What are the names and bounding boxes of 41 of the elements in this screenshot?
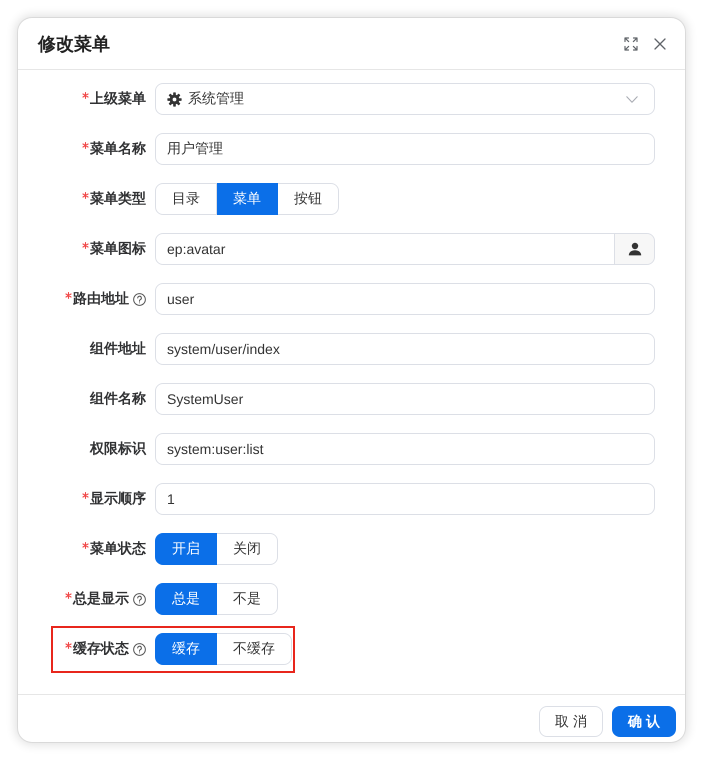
field-label: 菜单类型 — [90, 190, 146, 208]
text-field[interactable]: user — [155, 283, 655, 315]
cancel-button[interactable]: 取 消 — [539, 706, 604, 737]
help-icon[interactable] — [133, 592, 146, 606]
field-label: 总是显示 — [73, 590, 129, 608]
text-field[interactable]: system:user:list — [155, 433, 655, 465]
field-label: 路由地址 — [73, 290, 129, 308]
field-label: 缓存状态 — [73, 640, 129, 658]
radio-button[interactable]: 目录 — [155, 183, 217, 215]
field-label: 菜单状态 — [90, 540, 146, 558]
gear-icon — [167, 92, 182, 106]
radio-button[interactable]: 总是 — [155, 583, 217, 615]
chevron-down-icon — [626, 96, 638, 102]
field-label: 上级菜单 — [90, 90, 146, 108]
radio-button[interactable]: 不缓存 — [217, 633, 292, 665]
text-field[interactable]: 1 — [155, 483, 655, 515]
help-icon[interactable] — [133, 642, 146, 656]
text-field[interactable]: system/user/index — [155, 333, 655, 365]
text-field[interactable]: 用户管理 — [155, 133, 655, 165]
radio-button[interactable]: 缓存 — [155, 633, 217, 665]
field-label: 菜单图标 — [90, 240, 146, 258]
field-label: 组件地址 — [90, 340, 146, 358]
field-label: 显示顺序 — [90, 490, 146, 508]
icon-name-field[interactable]: ep:avatar — [155, 233, 615, 265]
confirm-button[interactable]: 确 认 — [612, 706, 676, 737]
close-icon[interactable] — [654, 38, 666, 50]
help-icon[interactable] — [133, 292, 146, 306]
fullscreen-icon[interactable] — [624, 36, 638, 50]
field-label: 组件名称 — [90, 390, 146, 408]
field-label: 菜单名称 — [90, 140, 146, 158]
radio-button[interactable]: 关闭 — [217, 533, 278, 565]
field-label: 权限标识 — [90, 440, 146, 458]
select-field[interactable]: 系统管理 — [155, 83, 655, 115]
icon-picker-button[interactable] — [615, 233, 655, 265]
radio-button[interactable]: 按钮 — [278, 183, 339, 215]
radio-button[interactable]: 开启 — [155, 533, 217, 565]
radio-button[interactable]: 菜单 — [217, 183, 278, 215]
text-field[interactable]: SystemUser — [155, 383, 655, 415]
radio-button[interactable]: 不是 — [217, 583, 278, 615]
avatar-icon — [628, 242, 642, 256]
dialog-title: 修改菜单 — [38, 32, 110, 56]
